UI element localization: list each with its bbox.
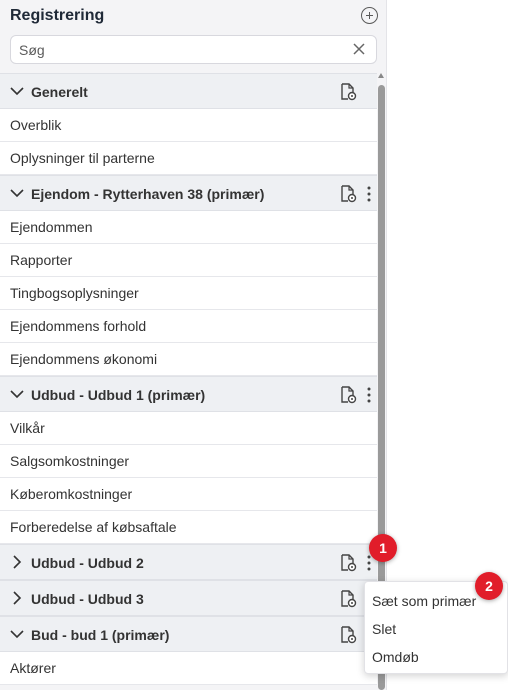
list-item-label: Ejendommens økonomi (10, 351, 158, 367)
list-item[interactable]: Rapporter (0, 244, 377, 277)
list-item-label: Overblik (10, 117, 62, 133)
search-input[interactable] (19, 40, 339, 59)
chevron-down-icon[interactable] (10, 86, 24, 96)
panel-title: Registrering (10, 7, 105, 24)
chevron-down-icon[interactable] (10, 389, 24, 399)
list-item-label: Rapporter (10, 252, 73, 268)
search-box (10, 35, 377, 64)
more-options-icon[interactable] (365, 386, 373, 404)
step-badge-2: 2 (475, 572, 503, 600)
document-settings-icon[interactable] (340, 554, 357, 572)
section-label: Bud - bud 1 (primær) (31, 627, 170, 643)
section-label: Ejendom - Rytterhaven 38 (primær) (31, 186, 265, 202)
document-settings-icon[interactable] (340, 83, 357, 101)
chevron-right-icon[interactable] (12, 591, 22, 605)
section-header-bud-1[interactable]: Bud - bud 1 (primær) (0, 616, 377, 652)
list-item[interactable]: Aktører (0, 652, 377, 685)
section-label: Udbud - Udbud 1 (primær) (31, 387, 206, 403)
list-item[interactable]: Ejendommens økonomi (0, 343, 377, 376)
list-item[interactable]: Vilkår (0, 412, 377, 445)
section-header-udbud-1[interactable]: Udbud - Udbud 1 (primær) (0, 376, 377, 412)
list-item[interactable]: Ejendommens forhold (0, 310, 377, 343)
clear-icon[interactable] (352, 42, 366, 56)
section-header-udbud-2[interactable]: Udbud - Udbud 2 (0, 544, 377, 580)
scroll-up-arrow-icon[interactable] (378, 73, 384, 78)
list-item[interactable]: Overblik (0, 109, 377, 142)
list-item-label: Ejendommens forhold (10, 318, 147, 334)
navigation-list: Generelt Overblik Oplysninger til parter… (0, 73, 377, 685)
menu-item-rename[interactable]: Omdøb (372, 649, 419, 665)
list-item-label: Aktører (10, 660, 56, 676)
list-item[interactable]: Køberomkostninger (0, 478, 377, 511)
section-label: Udbud - Udbud 3 (31, 591, 144, 607)
list-item-label: Vilkår (10, 420, 45, 436)
document-settings-icon[interactable] (340, 590, 357, 608)
document-settings-icon[interactable] (340, 386, 357, 404)
list-item-label: Køberomkostninger (10, 486, 133, 502)
chevron-right-icon[interactable] (12, 555, 22, 569)
registration-panel: Registrering Generelt Overblik Oplysning… (0, 0, 387, 690)
add-circle-icon[interactable] (361, 7, 378, 24)
list-item-label: Forberedelse af købsaftale (10, 519, 177, 535)
list-item-label: Tingbogsoplysninger (10, 285, 139, 301)
panel-header: Registrering (10, 7, 378, 29)
section-label: Generelt (31, 84, 88, 100)
list-item[interactable]: Ejendommen (0, 211, 377, 244)
list-item[interactable]: Salgsomkostninger (0, 445, 377, 478)
section-header-udbud-3[interactable]: Udbud - Udbud 3 (0, 580, 377, 616)
section-header-generelt[interactable]: Generelt (0, 73, 377, 109)
chevron-down-icon[interactable] (10, 188, 24, 198)
document-settings-icon[interactable] (340, 185, 357, 203)
menu-item-set-primary[interactable]: Sæt som primær (372, 593, 476, 609)
list-item-label: Ejendommen (10, 219, 93, 235)
more-options-icon[interactable] (365, 185, 373, 203)
section-label: Udbud - Udbud 2 (31, 555, 144, 571)
chevron-down-icon[interactable] (10, 629, 24, 639)
list-item-label: Oplysninger til parterne (10, 150, 155, 166)
document-settings-icon[interactable] (340, 626, 357, 644)
step-badge-1: 1 (369, 534, 397, 562)
list-item[interactable]: Tingbogsoplysninger (0, 277, 377, 310)
menu-item-delete[interactable]: Slet (372, 621, 396, 637)
list-item[interactable]: Oplysninger til parterne (0, 142, 377, 175)
list-item[interactable]: Forberedelse af købsaftale (0, 511, 377, 544)
section-header-ejendom[interactable]: Ejendom - Rytterhaven 38 (primær) (0, 175, 377, 211)
list-item-label: Salgsomkostninger (10, 453, 130, 469)
